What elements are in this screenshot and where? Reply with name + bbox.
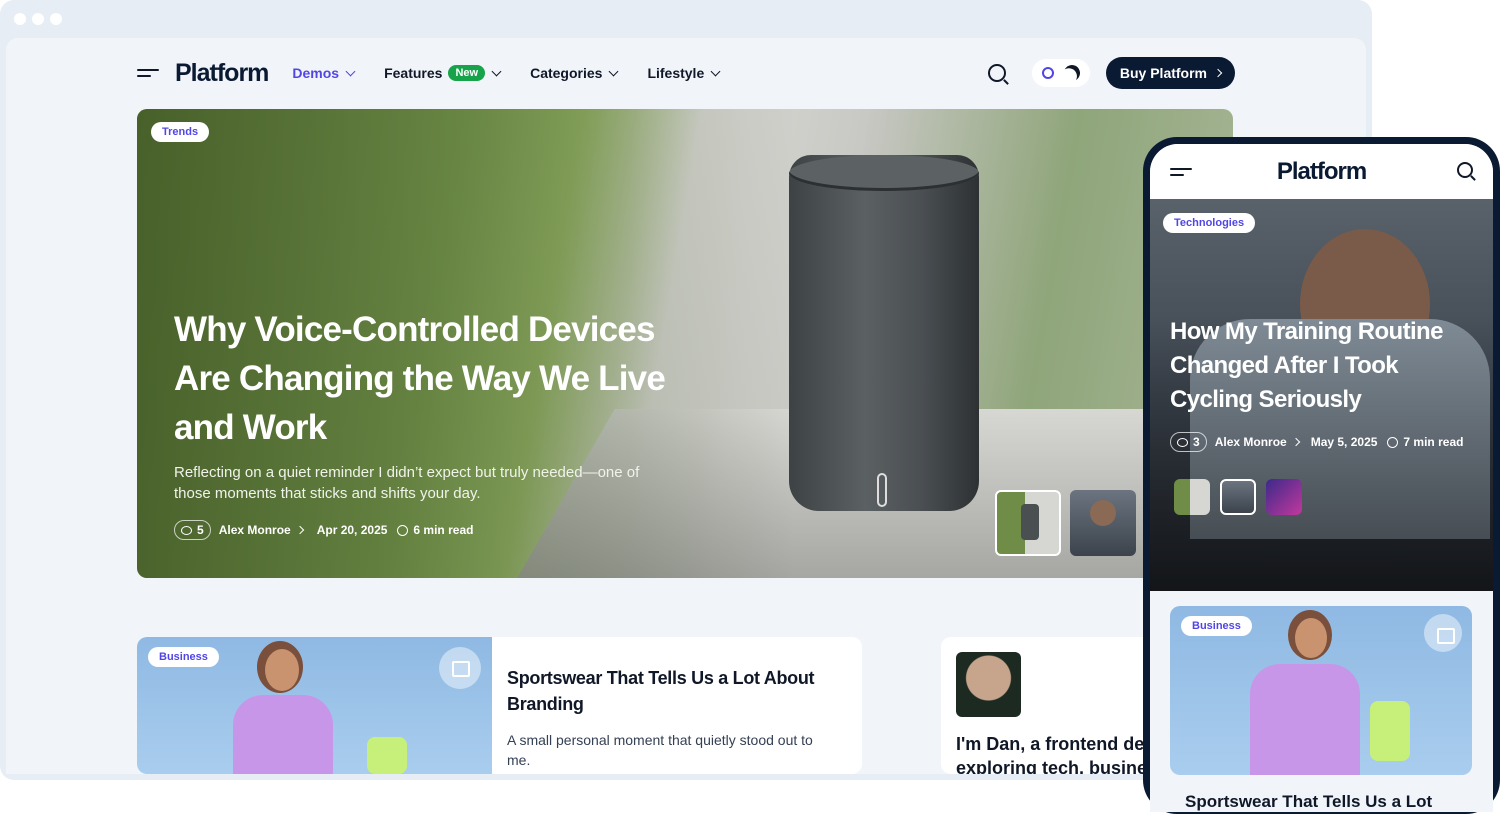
main-nav: Demos Features New Categories Lifestyle — [292, 65, 749, 81]
nav-categories[interactable]: Categories — [530, 65, 619, 81]
hero-title[interactable]: Why Voice-Controlled Devices Are Changin… — [174, 305, 694, 452]
window-dot[interactable] — [32, 13, 44, 25]
mobile-header: Platform — [1150, 144, 1493, 199]
search-icon[interactable] — [1457, 162, 1473, 178]
mobile-hero-post[interactable]: Technologies How My Training Routine Cha… — [1150, 199, 1493, 591]
post-meta: 3 Alex Monroe May 5, 2025 7 min read — [1170, 432, 1463, 452]
sun-icon[interactable] — [1041, 67, 1054, 79]
mobile-device: Platform Technologies How My Training Ro… — [1143, 137, 1500, 814]
site-logo[interactable]: Platform — [175, 59, 269, 88]
nav-label: Lifestyle — [647, 65, 705, 81]
post-date: May 5, 2025 — [1310, 435, 1378, 449]
gallery-icon[interactable] — [1424, 614, 1462, 652]
slide-thumbnail[interactable] — [995, 490, 1061, 556]
chevron-down-icon — [491, 66, 502, 76]
window-dot[interactable] — [50, 13, 62, 25]
hero-subtitle: Reflecting on a quiet reminder I didn’t … — [174, 464, 640, 502]
comment-count[interactable]: 5 — [174, 520, 211, 540]
nav-lifestyle[interactable]: Lifestyle — [647, 65, 721, 81]
mobile-hero-title[interactable]: How My Training Routine Changed After I … — [1170, 315, 1470, 417]
post-excerpt: A small personal moment that quietly sto… — [507, 732, 813, 768]
hero-post[interactable]: Trends Why Voice-Controlled Devices Are … — [137, 109, 1233, 578]
buy-platform-button[interactable]: Buy Platform — [1105, 57, 1235, 89]
chevron-down-icon — [608, 66, 619, 76]
post-title[interactable]: Sportswear That Tells Us a Lot About Bra… — [507, 665, 837, 717]
mobile-screen: Platform Technologies How My Training Ro… — [1150, 144, 1493, 812]
read-time: 7 min read — [1403, 435, 1464, 449]
site-logo[interactable]: Platform — [1277, 158, 1367, 186]
site-header: Platform Demos Features New Categories L… — [137, 56, 1235, 90]
nav-features[interactable]: Features New — [384, 65, 502, 81]
category-tag[interactable]: Business — [148, 647, 219, 667]
comment-icon — [181, 525, 192, 535]
menu-icon[interactable] — [1170, 165, 1192, 179]
slide-thumbnail[interactable] — [1174, 479, 1210, 515]
comment-number: 3 — [1193, 435, 1200, 449]
post-date: Apr 20, 2025 — [316, 523, 388, 537]
timer-icon — [1387, 436, 1399, 448]
search-icon[interactable] — [987, 64, 1006, 82]
timer-icon — [397, 524, 409, 536]
comment-count[interactable]: 3 — [1170, 432, 1207, 452]
moon-icon[interactable] — [1062, 63, 1083, 84]
category-tag[interactable]: Technologies — [1163, 213, 1256, 233]
read-time: 6 min read — [413, 523, 474, 537]
avatar — [956, 652, 1021, 717]
post-meta: 5 Alex Monroe Apr 20, 2025 6 min read — [174, 520, 473, 540]
nav-demos[interactable]: Demos — [292, 65, 356, 81]
header-actions: Buy Platform — [987, 57, 1235, 89]
gallery-icon[interactable] — [439, 647, 481, 689]
category-tag[interactable]: Trends — [151, 122, 210, 142]
theme-toggle[interactable] — [1031, 59, 1090, 87]
chevron-right-icon — [1291, 437, 1300, 447]
author-name[interactable]: Alex Monroe — [1215, 435, 1287, 449]
category-tag[interactable]: Business — [1181, 616, 1252, 636]
slide-thumbnail[interactable] — [1070, 490, 1136, 556]
menu-icon[interactable] — [137, 66, 159, 80]
window-controls — [14, 13, 62, 25]
mobile-post-card[interactable]: Business — [1170, 606, 1472, 775]
nav-label: Demos — [292, 65, 340, 81]
chevron-down-icon — [710, 66, 721, 76]
chevron-right-icon — [1213, 68, 1223, 78]
post-card[interactable]: Business Sportswear That Tells Us a Lot … — [137, 637, 862, 774]
comment-icon — [1177, 437, 1188, 447]
slide-thumbnail[interactable] — [1266, 479, 1302, 515]
chevron-down-icon — [345, 66, 356, 76]
nav-label: Categories — [530, 65, 603, 81]
author-name[interactable]: Alex Monroe — [219, 523, 291, 537]
new-badge: New — [448, 65, 486, 81]
mobile-post-title[interactable]: Sportswear That Tells Us a Lot — [1185, 792, 1465, 812]
slide-thumbnail[interactable] — [1220, 479, 1256, 515]
buy-label: Buy Platform — [1119, 65, 1207, 81]
window-dot[interactable] — [14, 13, 26, 25]
chevron-right-icon — [295, 525, 304, 535]
nav-label: Features — [384, 65, 443, 81]
comment-number: 5 — [197, 523, 204, 537]
